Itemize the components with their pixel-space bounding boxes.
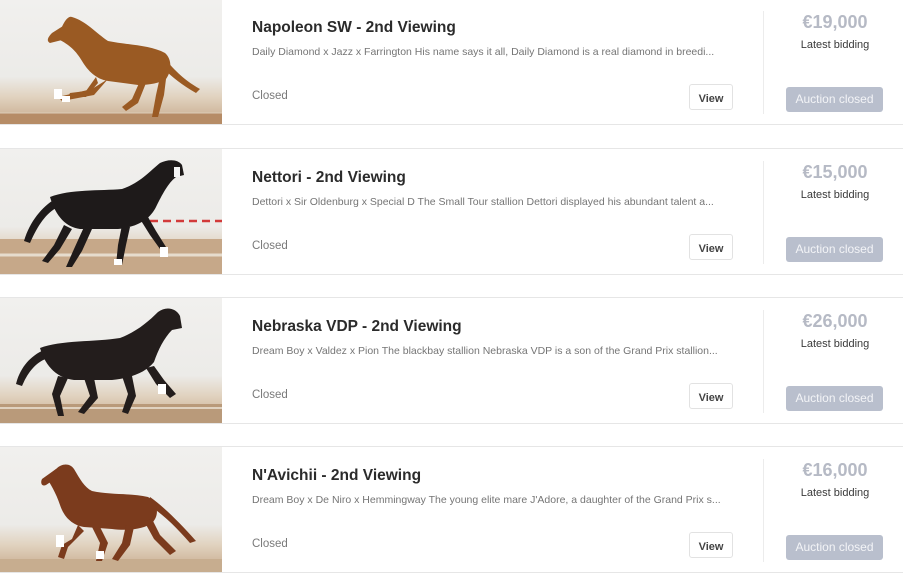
- auction-description: Dettori x Sir Oldenburg x Special D The …: [252, 196, 714, 208]
- price-panel: €26,000 Latest bidding Auction closed: [772, 298, 898, 423]
- view-button[interactable]: View: [689, 532, 733, 558]
- latest-bid-label: Latest bidding: [800, 338, 870, 350]
- auction-title[interactable]: Napoleon SW - 2nd Viewing: [252, 19, 456, 37]
- latest-bid-label: Latest bidding: [800, 39, 870, 51]
- auction-description: Dream Boy x De Niro x Hemmingway The you…: [252, 494, 721, 506]
- latest-bid-amount: €26,000: [802, 311, 868, 331]
- auction-title[interactable]: N'Avichii - 2nd Viewing: [252, 467, 421, 485]
- price-panel: €16,000 Latest bidding Auction closed: [772, 447, 898, 572]
- divider: [763, 11, 764, 114]
- auction-card: Nebraska VDP - 2nd Viewing Dream Boy x V…: [0, 297, 903, 424]
- auction-info: Napoleon SW - 2nd Viewing Daily Diamond …: [252, 0, 742, 124]
- auction-status: Closed: [252, 538, 288, 550]
- latest-bid-amount: €15,000: [802, 162, 868, 182]
- horse-photo[interactable]: [0, 447, 222, 572]
- horse-figure: [16, 308, 182, 416]
- horse-figure: [47, 16, 200, 117]
- auction-closed-button: Auction closed: [786, 87, 883, 112]
- auction-info: Nebraska VDP - 2nd Viewing Dream Boy x V…: [252, 298, 742, 423]
- auction-closed-button: Auction closed: [786, 386, 883, 411]
- auction-card: Napoleon SW - 2nd Viewing Daily Diamond …: [0, 0, 903, 125]
- auction-closed-button: Auction closed: [786, 535, 883, 560]
- horse-figure: [41, 464, 196, 561]
- auction-card: Nettori - 2nd Viewing Dettori x Sir Olde…: [0, 148, 903, 275]
- auction-card: N'Avichii - 2nd Viewing Dream Boy x De N…: [0, 446, 903, 573]
- latest-bid-label: Latest bidding: [800, 189, 870, 201]
- horse-photo[interactable]: [0, 0, 222, 124]
- auction-list: Napoleon SW - 2nd Viewing Daily Diamond …: [0, 0, 903, 573]
- auction-title[interactable]: Nebraska VDP - 2nd Viewing: [252, 318, 462, 336]
- auction-description: Daily Diamond x Jazz x Farrington His na…: [252, 46, 715, 58]
- auction-status: Closed: [252, 389, 288, 401]
- price-panel: €15,000 Latest bidding Auction closed: [772, 149, 898, 274]
- auction-info: Nettori - 2nd Viewing Dettori x Sir Olde…: [252, 149, 742, 274]
- auction-status: Closed: [252, 90, 288, 102]
- auction-info: N'Avichii - 2nd Viewing Dream Boy x De N…: [252, 447, 742, 572]
- price-panel: €19,000 Latest bidding Auction closed: [772, 0, 898, 124]
- latest-bid-amount: €19,000: [802, 12, 868, 32]
- auction-title[interactable]: Nettori - 2nd Viewing: [252, 169, 406, 187]
- latest-bid-label: Latest bidding: [800, 487, 870, 499]
- latest-bid-amount: €16,000: [802, 460, 868, 480]
- auction-status: Closed: [252, 240, 288, 252]
- auction-description: Dream Boy x Valdez x Pion The blackbay s…: [252, 345, 718, 357]
- horse-photo[interactable]: [0, 149, 222, 274]
- divider: [763, 310, 764, 413]
- auction-closed-button: Auction closed: [786, 237, 883, 262]
- view-button[interactable]: View: [689, 84, 733, 110]
- horse-photo[interactable]: [0, 298, 222, 423]
- divider: [763, 161, 764, 264]
- view-button[interactable]: View: [689, 234, 733, 260]
- divider: [763, 459, 764, 562]
- view-button[interactable]: View: [689, 383, 733, 409]
